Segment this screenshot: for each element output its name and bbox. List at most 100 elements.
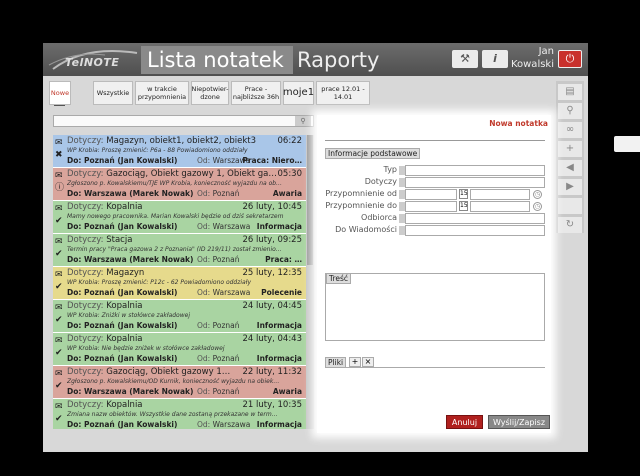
- filter-tab[interactable]: Prace - najbliższe 36h: [231, 81, 281, 105]
- filter-toolbar: + NoweWszystkiew trakcie przypomnieniaNi…: [45, 79, 550, 106]
- list-item[interactable]: ✉ ✔ Dotyczy: Kopalnia 26 luty, 10:45 Mamy…: [53, 201, 306, 234]
- time-input[interactable]: [470, 201, 530, 212]
- check-icon: ✔: [55, 315, 63, 325]
- field-label: Do Wiadomości: [335, 225, 397, 234]
- notes-scrollbar[interactable]: [306, 135, 314, 429]
- clock-icon[interactable]: ◷: [533, 202, 542, 211]
- filter-tab[interactable]: Nowe: [49, 81, 71, 105]
- note-footer: Do: Poznań (Jan Kowalski) Od: Warszawa P…: [67, 288, 302, 299]
- app-frame: TelNOTE Lista notatek Raporty ⚒ i Jan Ko…: [43, 43, 588, 452]
- note-text: Termin pracy "Praca gazowa 2 z Poznania"…: [67, 246, 282, 253]
- date-input[interactable]: [405, 201, 457, 212]
- tab-lista-notatek[interactable]: Lista notatek: [141, 46, 293, 74]
- rail-button-link[interactable]: ∞: [558, 122, 582, 138]
- field-input[interactable]: [405, 165, 545, 176]
- note-status-icons: ✉ ✔: [55, 335, 66, 359]
- time-input[interactable]: [470, 189, 530, 200]
- key-icon: ⚲: [566, 105, 574, 116]
- note-recipient: Do: Warszawa (Marek Nowak): [67, 387, 194, 396]
- logout-button[interactable]: ⏻: [558, 50, 582, 68]
- list-item[interactable]: ✉ ✖ Dotyczy: Magazyn, obiekt1, obiekt2, o…: [53, 135, 306, 168]
- note-footer: Do: Poznań (Jan Kowalski) Od: Warszawa I…: [67, 420, 302, 429]
- right-tool-rail: ▤ ⚲ ∞ + ◀ ▶ ↻: [556, 81, 584, 233]
- rail-button-key[interactable]: ⚲: [558, 103, 582, 119]
- tab-raporty[interactable]: Raporty: [297, 46, 379, 74]
- submit-button[interactable]: Wyślij/Zapisz: [488, 415, 550, 429]
- note-status-icons: ✉ ✖: [55, 137, 66, 161]
- form-row: Przypomnienie do 15 ◷: [325, 201, 545, 212]
- note-text: Zmiana nazw obiektów. Wszystkie dane zos…: [67, 411, 278, 418]
- note-category: Praca: Niero…: [242, 156, 302, 165]
- rail-button-add[interactable]: +: [558, 141, 582, 157]
- list-item[interactable]: ✉ ✔ Dotyczy: Kopalnia 24 luty, 04:43 WP K…: [53, 333, 306, 366]
- note-category: Awaria: [272, 189, 302, 198]
- note-category: Awaria: [272, 387, 302, 396]
- note-subject: Gazociąg, Obiekt gazowy 1…: [106, 367, 231, 377]
- cancel-button[interactable]: Anuluj: [446, 415, 483, 429]
- filter-tab[interactable]: Wszystkie: [93, 81, 133, 105]
- user-name: Jan Kowalski: [510, 46, 554, 70]
- envelope-open-icon: ✉: [55, 237, 63, 247]
- scrollbar-thumb[interactable]: [307, 135, 313, 265]
- content-area[interactable]: Treść: [325, 273, 545, 341]
- form-row: Odbiorca: [325, 213, 545, 224]
- field-label: Przypomnienie do: [325, 201, 397, 210]
- info-button[interactable]: i: [482, 50, 508, 68]
- list-item[interactable]: ✉ ✔ Dotyczy: Magazyn 25 luty, 12:35 WP Kr…: [53, 267, 306, 300]
- add-file-button[interactable]: +: [349, 357, 361, 367]
- list-item[interactable]: ✉ ✔ Dotyczy: Kopalnia 21 luty, 10:35 Zmia…: [53, 399, 306, 429]
- envelope-open-icon: ✉: [55, 336, 63, 346]
- list-item[interactable]: ✉ ⓘ Dotyczy: Gazociąg, Obiekt gazowy 1, O…: [53, 168, 306, 201]
- field-input[interactable]: [405, 225, 545, 236]
- note-subject: Stacja: [106, 235, 133, 245]
- link-icon: ∞: [565, 124, 575, 135]
- list-item[interactable]: ✉ ✔ Dotyczy: Kopalnia 24 luty, 04:45 WP K…: [53, 300, 306, 333]
- note-subject: Magazyn: [106, 268, 145, 278]
- note-date: 24 luty, 04:45: [242, 301, 302, 311]
- rail-button-refresh[interactable]: ↻: [558, 217, 582, 233]
- check-icon: ✔: [55, 348, 63, 358]
- note-sender: Od: Poznań: [197, 321, 240, 330]
- field-label: Odbiorca: [361, 213, 397, 222]
- side-tab-handle[interactable]: [614, 136, 640, 152]
- note-header: Dotyczy: Gazociąg, Obiekt gazowy 1, Obie…: [67, 169, 302, 180]
- section-title: Informacje podstawowe: [325, 148, 421, 159]
- calendar-icon[interactable]: 15: [459, 189, 468, 199]
- note-subject: Gazociąg, Obiekt gazowy 1, Obiekt ga…: [106, 169, 277, 179]
- field-input[interactable]: [405, 213, 545, 224]
- filter-tab[interactable]: prace 12.01 - 14.01: [316, 81, 370, 105]
- search-input[interactable]: [53, 115, 314, 127]
- rail-button-forward[interactable]: ▶: [558, 179, 582, 195]
- filter-tab[interactable]: Niepotwier- dzone: [191, 81, 229, 105]
- rail-button-back[interactable]: ◀: [558, 160, 582, 176]
- note-footer: Do: Warszawa (Marek Nowak) Od: Poznań Aw…: [67, 387, 302, 398]
- tools-button[interactable]: ⚒: [452, 50, 478, 68]
- note-header: Dotyczy: Stacja 26 luty, 09:25: [67, 235, 302, 246]
- rail-button-blank[interactable]: [558, 198, 582, 214]
- list-item[interactable]: ✉ ✔ Dotyczy: Gazociąg, Obiekt gazowy 1… 2…: [53, 366, 306, 399]
- note-dotyczy-label: Dotyczy:: [67, 169, 104, 179]
- field-input[interactable]: [405, 177, 545, 188]
- note-date: 26 luty, 10:45: [242, 202, 302, 212]
- check-icon: ✔: [55, 414, 63, 424]
- rail-button-document[interactable]: ▤: [558, 84, 582, 100]
- note-status-icons: ✉ ⓘ: [55, 170, 66, 194]
- note-text: WP Krobia: Proszę zmienić: P6a - 88 Powi…: [67, 147, 248, 154]
- note-header: Dotyczy: Gazociąg, Obiekt gazowy 1… 22 l…: [67, 367, 302, 378]
- remove-file-button[interactable]: ×: [362, 357, 374, 367]
- filter-tab[interactable]: w trakcie przypomnienia: [135, 81, 189, 105]
- date-input[interactable]: [405, 189, 457, 200]
- note-recipient: Do: Poznań (Jan Kowalski): [67, 321, 178, 330]
- clock-icon[interactable]: ◷: [533, 190, 542, 199]
- tab-nowa-notatka[interactable]: Nowa notatka: [489, 119, 548, 128]
- note-header: Dotyczy: Magazyn 25 luty, 12:35: [67, 268, 302, 279]
- calendar-icon[interactable]: 15: [459, 201, 468, 211]
- note-category: Informacja: [256, 321, 302, 330]
- search-icon: ⚲: [300, 117, 306, 125]
- filter-tab[interactable]: moje1: [283, 81, 314, 105]
- search-button[interactable]: ⚲: [295, 116, 311, 126]
- note-sender: Od: Warszawa: [197, 420, 251, 429]
- list-item[interactable]: ✉ ✔ Dotyczy: Stacja 26 luty, 09:25 Termin…: [53, 234, 306, 267]
- note-footer: Do: Poznań (Jan Kowalski) Od: Warszawa P…: [67, 156, 302, 167]
- notes-list[interactable]: ✉ ✖ Dotyczy: Magazyn, obiekt1, obiekt2, o…: [53, 135, 306, 429]
